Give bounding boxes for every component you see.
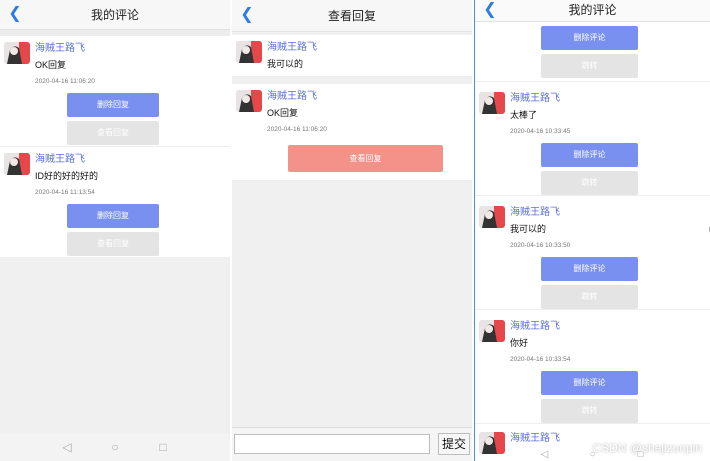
- reply-text: 我可以的: [267, 59, 304, 69]
- comment-text: 我可以的: [510, 224, 547, 234]
- comment-time: 2020-04-16 10:33:54: [510, 356, 571, 363]
- reply-item: 海贼王路飞 我可以的: [232, 35, 472, 77]
- comment-card: 海贼王路飞 太棒了 2020-04-16 10:33:45 删除评论 跳转: [475, 82, 710, 196]
- page-title: 我的评论: [90, 8, 139, 22]
- username[interactable]: 海贼王路飞: [267, 41, 472, 55]
- back-icon[interactable]: ❮: [238, 0, 256, 30]
- page-title: 我的评论: [568, 3, 617, 17]
- username[interactable]: 海贼王路飞: [267, 90, 472, 104]
- jump-button[interactable]: 跳转: [541, 285, 638, 309]
- avatar: [479, 206, 505, 228]
- avatar: [236, 90, 262, 112]
- view-replies-panel: ❮ 查看回复 海贼王路飞 我可以的 海贼王路飞 OK回复 2020-04-16 …: [232, 0, 472, 461]
- reply-text: OK回复: [267, 108, 299, 118]
- avatar: [479, 320, 505, 342]
- delete-comment-button[interactable]: 删除评论: [541, 26, 638, 50]
- delete-comment-button[interactable]: 删除评论: [541, 257, 638, 281]
- page-title: 查看回复: [327, 9, 376, 23]
- comment-text: 太棒了: [510, 110, 538, 120]
- avatar: [236, 41, 262, 63]
- delete-reply-button[interactable]: 删除回复: [67, 93, 159, 117]
- avatar: [4, 42, 30, 64]
- username[interactable]: 海贼王路飞: [35, 42, 230, 56]
- submit-button[interactable]: 提交: [438, 433, 470, 455]
- top-nav: ❮ 我的评论: [475, 0, 710, 22]
- nav-home-icon[interactable]: ○: [108, 440, 122, 454]
- my-comments-list-panel: ❮ 我的评论 删除评论 跳转 海贼王路飞 太棒了 2020-04-16 10:3…: [474, 0, 710, 461]
- top-nav: ❮ 我的评论: [0, 0, 230, 30]
- comment-text: ID好的好的好的: [35, 171, 99, 181]
- back-icon[interactable]: ❮: [6, 0, 24, 30]
- username[interactable]: 海贼王路飞: [510, 92, 710, 106]
- comment-time: 2020-04-16 11:06:20: [35, 78, 95, 85]
- view-reply-button[interactable]: 查看回复: [288, 145, 443, 172]
- back-icon[interactable]: ❮: [481, 0, 499, 22]
- delete-comment-button[interactable]: 删除评论: [541, 371, 638, 395]
- comment-card: 海贼王路飞 我可以的 2020-04-16 10:33:50 删除评论 跳转: [475, 196, 710, 310]
- comment-time: 2020-04-16 11:13:54: [35, 189, 95, 196]
- comment-time: 2020-04-16 10:33:45: [510, 128, 571, 135]
- view-reply-button[interactable]: 查看回复: [67, 232, 159, 256]
- delete-comment-button[interactable]: 删除评论: [541, 143, 638, 167]
- jump-button[interactable]: 跳转: [541, 54, 638, 78]
- comment-text: 你好: [510, 338, 529, 348]
- jump-button[interactable]: 跳转: [541, 171, 638, 195]
- reply-item: 海贼王路飞 OK回复 2020-04-16 11:06:20 查看回复: [232, 84, 472, 181]
- comment-card-partial: 删除评论 跳转: [475, 26, 710, 82]
- nav-recent-icon[interactable]: □: [156, 440, 170, 454]
- reply-input[interactable]: [234, 434, 430, 454]
- my-comments-panel: ❮ 我的评论 海贼王路飞 OK回复 2020-04-16 11:06:20 删除…: [0, 0, 230, 461]
- comment-card: 海贼王路飞 ID好的好的好的 2020-04-16 11:13:54 删除回复 …: [0, 147, 230, 258]
- side-handle-left-icon: (: [475, 224, 476, 235]
- comment-time: 2020-04-16 10:33:50: [510, 242, 571, 249]
- nav-back-icon[interactable]: ◁: [60, 440, 74, 454]
- avatar: [479, 92, 505, 114]
- delete-reply-button[interactable]: 删除回复: [67, 204, 159, 228]
- username[interactable]: 海贼王路飞: [35, 153, 230, 167]
- comment-text: OK回复: [35, 60, 67, 70]
- top-nav: ❮ 查看回复: [232, 0, 472, 32]
- reply-time: 2020-04-16 11:06:20: [267, 126, 327, 133]
- comment-card: 海贼王路飞 OK回复 2020-04-16 11:06:20 删除回复 查看回复: [0, 36, 230, 147]
- nav-back-icon[interactable]: ◁: [538, 449, 552, 460]
- system-nav-bar: ◁ ○ □: [0, 433, 230, 461]
- watermark: CSDN @shejizuopin: [592, 441, 702, 455]
- avatar: [4, 153, 30, 175]
- username[interactable]: 海贼王路飞: [510, 320, 710, 334]
- jump-button[interactable]: 跳转: [541, 399, 638, 423]
- view-reply-button[interactable]: 查看回复: [67, 121, 159, 145]
- comment-card: 海贼王路飞 你好 2020-04-16 10:33:54 删除评论 跳转: [475, 310, 710, 424]
- username[interactable]: 海贼王路飞: [510, 206, 710, 220]
- reply-input-bar: 提交: [232, 427, 472, 461]
